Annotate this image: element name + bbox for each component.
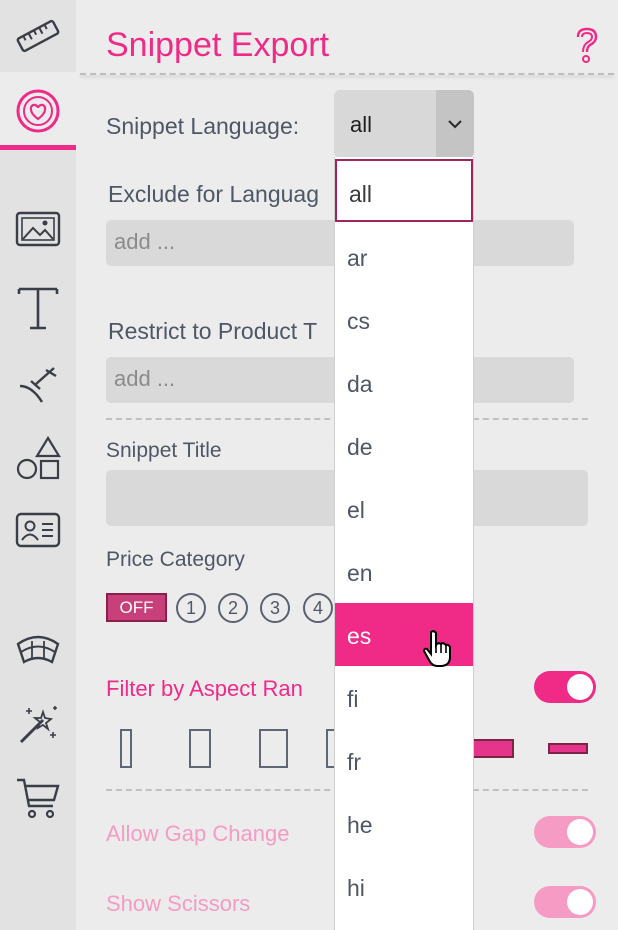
language-option-cs[interactable]: cs [335, 288, 473, 351]
restrict-product-label: Restrict to Product T [108, 318, 318, 344]
sidebar-item-ruler[interactable] [0, 0, 76, 72]
snippet-language-select[interactable]: all [334, 90, 474, 158]
sidebar [0, 0, 76, 930]
sidebar-item-magic[interactable] [0, 698, 76, 750]
header-divider [80, 73, 614, 75]
pickaxe-icon [19, 367, 57, 403]
price-level-4[interactable]: 4 [303, 593, 333, 623]
toggle-knob [567, 819, 593, 845]
language-option-en[interactable]: en [335, 540, 473, 603]
toggle-knob [567, 889, 593, 915]
fan-icon [16, 635, 60, 664]
sidebar-item-id-card[interactable] [0, 505, 76, 555]
help-icon [576, 27, 598, 63]
sidebar-item-fan[interactable] [0, 624, 76, 674]
aspect-ratio-landscape-wide[interactable] [548, 743, 588, 754]
active-indicator [0, 145, 76, 150]
sidebar-item-image[interactable] [0, 200, 76, 258]
image-icon [15, 211, 61, 247]
heart-circle-icon [16, 89, 60, 133]
sidebar-item-pickaxe[interactable] [0, 356, 76, 412]
gap-change-label: Allow Gap Change [106, 821, 290, 846]
aspect-ratio-portrait[interactable] [189, 729, 211, 768]
aspect-filter-label: Filter by Aspect Ran [106, 676, 303, 701]
ruler-icon [16, 19, 60, 53]
language-option-fi[interactable]: fi [335, 666, 473, 729]
sidebar-item-cart[interactable] [0, 772, 76, 824]
exclude-languages-label: Exclude for Languag [108, 181, 319, 207]
language-option-he[interactable]: he [335, 792, 473, 855]
language-option-hi[interactable]: hi [335, 855, 473, 918]
price-level-1[interactable]: 1 [176, 593, 206, 623]
aspect-ratio-landscape[interactable] [472, 739, 514, 758]
page-title: Snippet Export [106, 26, 330, 64]
sidebar-item-text[interactable] [0, 280, 76, 336]
toggle-knob [567, 674, 593, 700]
show-scissors-label: Show Scissors [106, 891, 251, 916]
snippet-language-label: Snippet Language: [106, 113, 300, 139]
price-off-button[interactable]: OFF [106, 593, 167, 622]
shapes-icon [16, 435, 61, 480]
aspect-filter-toggle[interactable] [534, 671, 596, 703]
chevron-down-icon [436, 90, 474, 158]
snippet-title-label: Snippet Title [106, 439, 222, 462]
magic-wand-icon [19, 706, 57, 744]
text-icon [17, 287, 59, 330]
language-option-de[interactable]: de [335, 414, 473, 477]
cart-icon [17, 778, 60, 819]
snippet-language-value: all [350, 112, 373, 137]
aspect-ratio-portrait-narrow[interactable] [120, 729, 132, 768]
gap-change-toggle[interactable] [534, 816, 596, 848]
sidebar-item-favorites[interactable] [0, 72, 76, 150]
help-button[interactable] [572, 26, 602, 69]
hand-cursor-icon [422, 630, 451, 667]
language-option-all[interactable]: all [335, 159, 473, 222]
language-option-ar[interactable]: ar [335, 225, 473, 288]
price-level-3[interactable]: 3 [260, 593, 290, 623]
aspect-ratio-portrait-wide[interactable] [259, 729, 288, 768]
language-option-fr[interactable]: fr [335, 729, 473, 792]
sidebar-item-shapes[interactable] [0, 430, 76, 486]
id-card-icon [15, 512, 61, 548]
language-option-da[interactable]: da [335, 351, 473, 414]
show-scissors-toggle[interactable] [534, 886, 596, 918]
price-category-label: Price Category [106, 548, 245, 571]
language-option-el[interactable]: el [335, 477, 473, 540]
price-level-2[interactable]: 2 [218, 593, 248, 623]
language-dropdown: all ar cs da de el en es fi fr he hi [334, 157, 474, 930]
